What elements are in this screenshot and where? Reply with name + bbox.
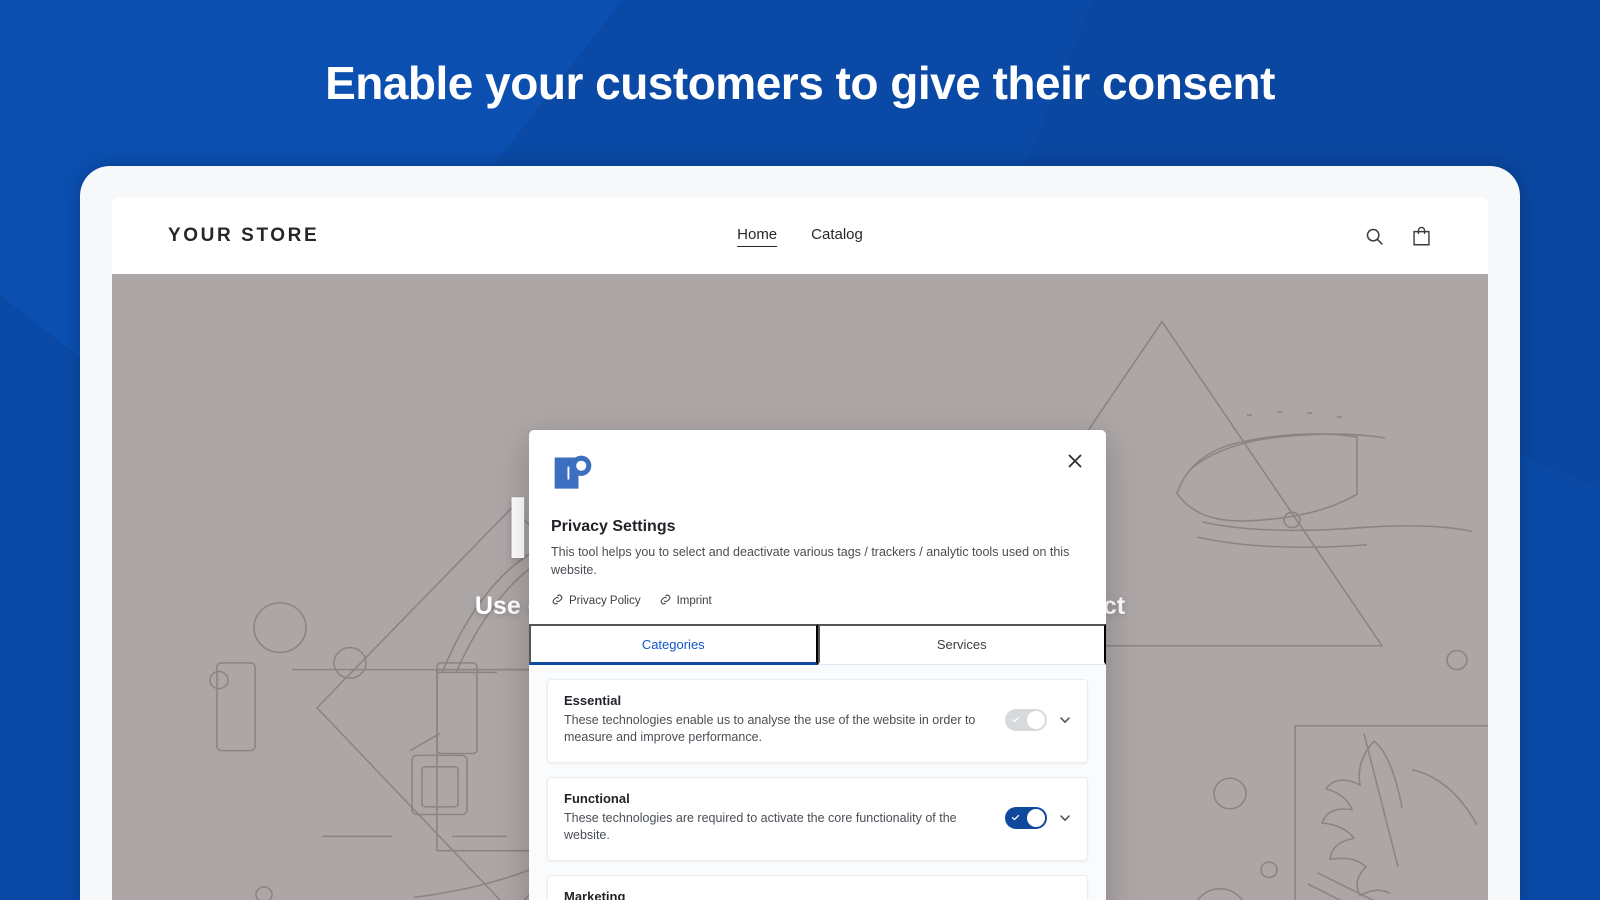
link-icon [551,593,564,609]
tab-services[interactable]: Services [817,623,1106,665]
store-nav: Home Catalog [737,226,863,247]
tablet-frame: YOUR STORE Home Catalog Use Privacy Sett… [80,166,1520,900]
search-icon[interactable] [1364,226,1385,247]
link-icon [659,593,672,609]
category-text: Marketing These technologies are used by… [564,889,995,900]
category-name: Functional [564,790,630,806]
store-header-icons [1364,225,1432,247]
category-list: Essential These technologies enable us t… [529,664,1106,900]
check-icon [1011,814,1020,820]
toggle-knob [1027,710,1045,729]
category-controls [1005,708,1073,731]
usercentrics-logo-icon [554,455,592,489]
category-description: These technologies enable us to analyse … [564,712,976,745]
tab-categories[interactable]: Categories [529,623,818,665]
headline-band: Enable your customers to give their cons… [0,0,1600,165]
store-logo[interactable]: YOUR STORE [168,225,319,247]
category-controls [1005,806,1073,829]
tablet-screen: YOUR STORE Home Catalog Use Privacy Sett… [112,198,1488,900]
modal-description: This tool helps you to select and deacti… [551,545,1070,577]
privacy-policy-link[interactable]: Privacy Policy [551,593,641,609]
hero-section: Image Overlay Use overlay text to give y… [112,274,1488,900]
category-row-essential: Essential These technologies enable us t… [547,678,1088,763]
category-description: These technologies are required to activ… [564,810,957,843]
chevron-down-icon[interactable] [1057,810,1073,826]
store-header: YOUR STORE Home Catalog [112,198,1488,274]
imprint-link[interactable]: Imprint [659,593,712,609]
category-name: Marketing [564,888,626,900]
modal-title: Privacy Settings [551,518,676,535]
category-row-functional: Functional These technologies are requir… [547,776,1088,861]
nav-item-home[interactable]: Home [737,226,778,247]
category-text: Essential These technologies enable us t… [564,693,995,747]
category-name: Essential [564,692,622,708]
modal-tabs: Categories Services [529,623,1106,665]
imprint-label: Imprint [676,594,712,607]
toggle-essential [1005,708,1047,731]
modal-links: Privacy Policy Imprint [551,593,1084,609]
chevron-down-icon[interactable] [1057,712,1073,728]
toggle-knob [1027,808,1045,827]
category-row-marketing: Marketing These technologies are used by… [547,874,1088,900]
close-icon[interactable] [1062,448,1088,474]
modal-header: Privacy Settings This tool helps you to … [529,430,1106,609]
page-headline: Enable your customers to give their cons… [325,56,1275,109]
check-icon [1011,716,1020,722]
category-text: Functional These technologies are requir… [564,791,995,845]
privacy-settings-modal: Privacy Settings This tool helps you to … [529,430,1106,900]
nav-item-catalog[interactable]: Catalog [811,226,863,246]
privacy-policy-label: Privacy Policy [569,594,641,607]
shopping-bag-icon[interactable] [1411,225,1432,247]
toggle-functional[interactable] [1005,806,1047,829]
